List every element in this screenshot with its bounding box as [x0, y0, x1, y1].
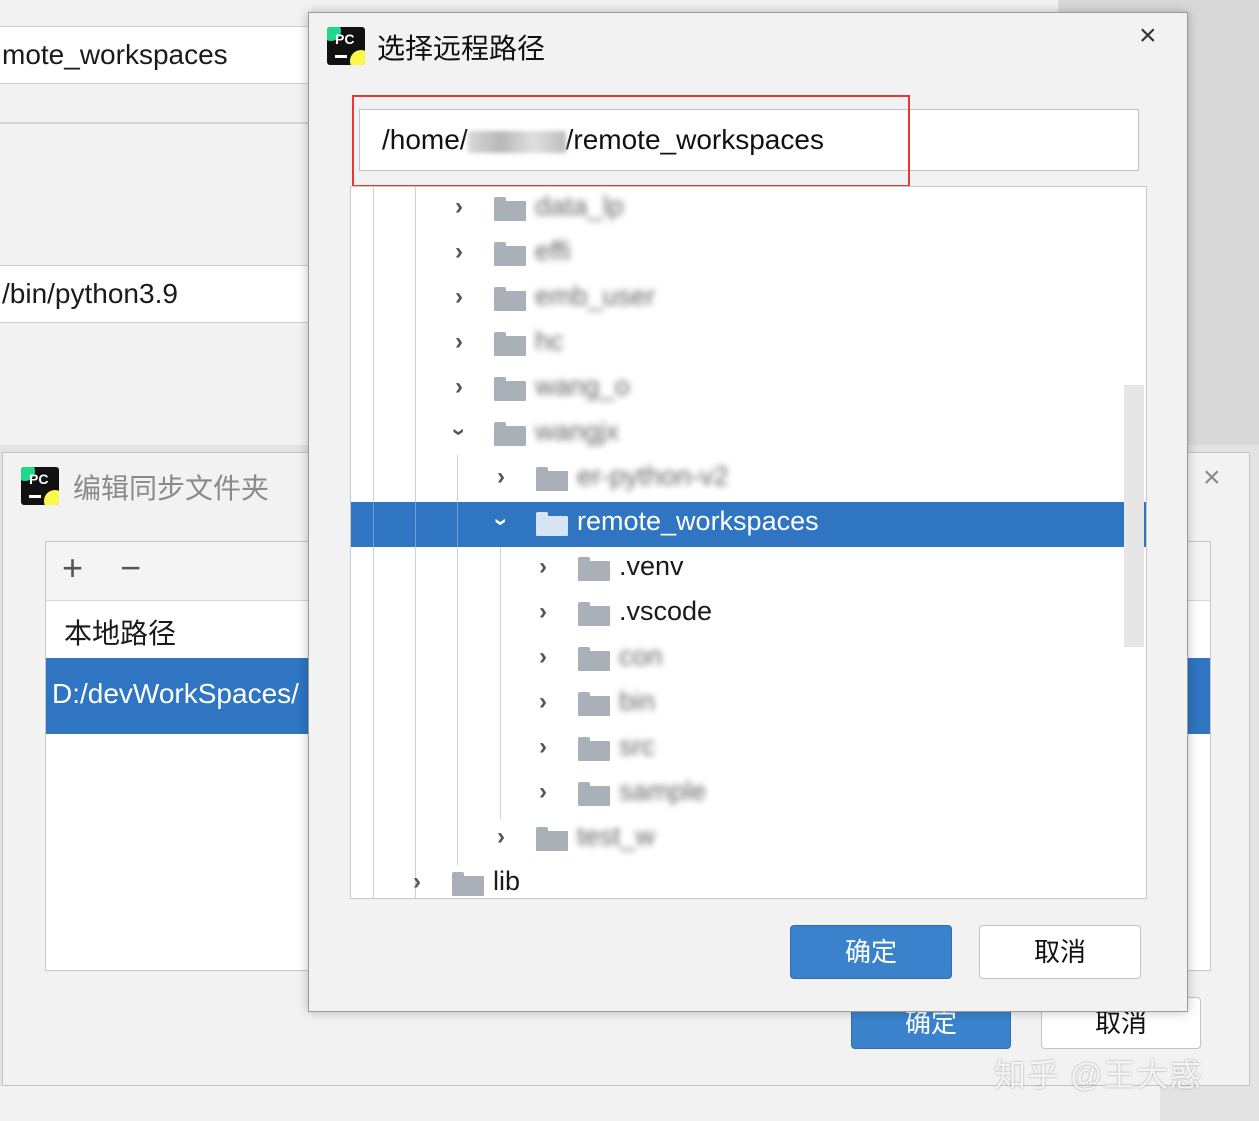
- tree-node-folder[interactable]: › .vscode: [351, 592, 1146, 637]
- background-area: [0, 1086, 1160, 1121]
- folder-icon: [494, 332, 526, 356]
- tree-node-folder[interactable]: › hc: [351, 322, 1146, 367]
- chevron-right-icon[interactable]: ›: [533, 688, 553, 716]
- chevron-down-icon[interactable]: ›: [487, 512, 515, 532]
- ok-button[interactable]: 确定: [790, 925, 952, 979]
- chevron-right-icon[interactable]: ›: [449, 283, 469, 311]
- tree-node-selected[interactable]: › remote_workspaces: [351, 502, 1146, 547]
- tree-node-folder[interactable]: › con: [351, 637, 1146, 682]
- folder-icon: [578, 557, 610, 581]
- dialog-title: 编辑同步文件夹: [73, 473, 270, 504]
- interpreter-path-field[interactable]: /bin/python3.9: [0, 265, 320, 323]
- chevron-right-icon[interactable]: ›: [533, 778, 553, 806]
- folder-icon: [494, 197, 526, 221]
- pycharm-logo-icon: PC: [21, 467, 59, 505]
- chevron-right-icon[interactable]: ›: [491, 823, 511, 851]
- folder-icon: [578, 782, 610, 806]
- folder-icon: [536, 467, 568, 491]
- chevron-right-icon[interactable]: ›: [449, 373, 469, 401]
- separator: [0, 122, 320, 124]
- tree-node-folder[interactable]: › effi: [351, 232, 1146, 277]
- folder-icon: [578, 602, 610, 626]
- folder-icon: [494, 242, 526, 266]
- remote-file-tree[interactable]: › data_lp › effi › emb_user › hc › wang_…: [350, 186, 1147, 899]
- folder-icon: [494, 422, 526, 446]
- dialog-title: 选择远程路径: [377, 33, 546, 64]
- chevron-right-icon[interactable]: ›: [533, 598, 553, 626]
- folder-icon: [452, 872, 484, 896]
- tree-node-folder[interactable]: › lib: [351, 862, 1146, 898]
- chevron-right-icon[interactable]: ›: [449, 238, 469, 266]
- folder-icon: [578, 647, 610, 671]
- chevron-right-icon[interactable]: ›: [407, 868, 427, 896]
- tree-node-folder[interactable]: › sample: [351, 772, 1146, 817]
- tree-node-folder[interactable]: › src: [351, 727, 1146, 772]
- tree-scrollbar[interactable]: [1124, 385, 1144, 647]
- chevron-down-icon[interactable]: ›: [445, 422, 473, 442]
- redacted-username: [467, 130, 566, 153]
- pycharm-logo-icon: PC: [327, 27, 365, 65]
- watermark: 知乎 @王大惑: [994, 1057, 1203, 1093]
- chevron-right-icon[interactable]: ›: [533, 643, 553, 671]
- tree-node-folder[interactable]: › er-python-v2: [351, 457, 1146, 502]
- chevron-right-icon[interactable]: ›: [491, 463, 511, 491]
- close-icon[interactable]: ×: [1139, 19, 1157, 53]
- close-icon[interactable]: ×: [1203, 461, 1221, 495]
- choose-remote-path-dialog: PC 选择远程路径 × /home//remote_workspaces › d…: [308, 12, 1188, 1012]
- remove-button[interactable]: −: [120, 548, 141, 588]
- cancel-button[interactable]: 取消: [979, 925, 1141, 979]
- chevron-right-icon[interactable]: ›: [449, 193, 469, 221]
- tree-node-folder[interactable]: › wang_o: [351, 367, 1146, 412]
- tree-node-folder[interactable]: › data_lp: [351, 187, 1146, 232]
- local-path-cell: D:/devWorkSpaces/: [52, 678, 299, 709]
- remote-path-input[interactable]: /home//remote_workspaces: [359, 109, 1139, 171]
- tree-node-folder[interactable]: › emb_user: [351, 277, 1146, 322]
- folder-icon: [536, 512, 568, 536]
- tree-node-folder[interactable]: › bin: [351, 682, 1146, 727]
- folder-icon: [536, 827, 568, 851]
- tree-node-folder[interactable]: › .venv: [351, 547, 1146, 592]
- chevron-right-icon[interactable]: ›: [449, 328, 469, 356]
- remote-path-field[interactable]: mote_workspaces: [0, 26, 320, 84]
- add-button[interactable]: +: [62, 548, 83, 588]
- chevron-right-icon[interactable]: ›: [533, 733, 553, 761]
- folder-icon: [494, 287, 526, 311]
- tree-node-folder[interactable]: › test_w: [351, 817, 1146, 862]
- folder-icon: [578, 692, 610, 716]
- folder-icon: [578, 737, 610, 761]
- folder-icon: [494, 377, 526, 401]
- tree-node-folder-expanded[interactable]: › wangjx: [351, 412, 1146, 457]
- chevron-right-icon[interactable]: ›: [533, 553, 553, 581]
